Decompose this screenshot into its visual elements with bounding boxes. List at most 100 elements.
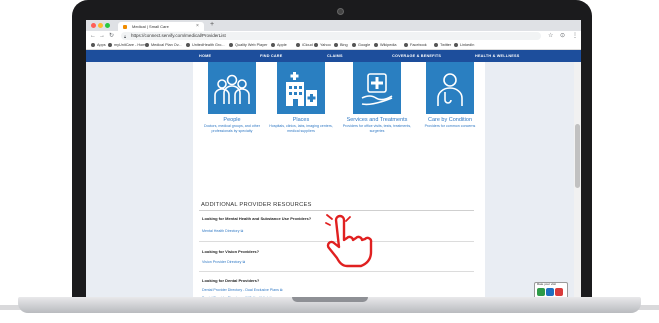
feedback-bad-button[interactable]: [555, 288, 563, 296]
section-heading: ADDITIONAL PROVIDER RESOURCES: [201, 202, 312, 208]
vision-question: Looking for Vision Providers?: [202, 249, 260, 254]
laptop-screen: Medical | Small Care × + ← → ↻ https://c…: [86, 20, 581, 302]
nav-coverage-benefits[interactable]: COVERAGE & BENEFITS: [392, 50, 441, 62]
bookmark-icon: [454, 42, 458, 47]
tile-people-subtitle: Doctors, medical groups, and other profe…: [204, 124, 260, 133]
tile-people-title[interactable]: People: [197, 117, 267, 123]
tab-title: Medical | Small Care: [132, 24, 169, 29]
feedback-label: Rate your visit: [537, 282, 557, 286]
dental-link-1-label: Dental Provider Directory - Dual Exclusi…: [202, 288, 279, 292]
bookmark-item[interactable]: UnitedHealth Gro...: [186, 41, 225, 49]
bookmark-icon: [271, 42, 275, 47]
bookmark-item[interactable]: Medical Plan Ov...: [145, 41, 182, 49]
mental-health-link[interactable]: Mental Health Directory ⧉: [202, 229, 243, 233]
bookmark-icon: [352, 42, 356, 47]
tile-places-title[interactable]: Places: [266, 117, 336, 123]
divider: [199, 271, 474, 272]
bookmark-item[interactable]: Apps: [91, 41, 106, 49]
vision-link-label: Vision Provider Directory: [202, 260, 242, 264]
tab-close-icon[interactable]: ×: [196, 22, 199, 31]
nav-home[interactable]: HOME: [199, 50, 211, 62]
lock-icon: 🔒︎: [124, 34, 127, 39]
bookmark-label: Google: [358, 43, 371, 47]
vision-link[interactable]: Vision Provider Directory ⧉: [202, 260, 245, 264]
hospital-icon: [286, 72, 317, 106]
section-rule: [199, 210, 474, 211]
forward-icon[interactable]: →: [99, 31, 105, 41]
bookmark-label: Apps: [97, 43, 106, 47]
feedback-neutral-button[interactable]: [546, 288, 554, 296]
bookmark-icon: [296, 42, 300, 47]
bookmark-label: UnitedHealth Gro...: [192, 43, 225, 47]
tile-places-subtitle: Hospitals, clinics, labs, imaging center…: [269, 124, 333, 133]
bookmark-icon: [314, 42, 318, 47]
bookmark-icon: [404, 42, 408, 47]
tile-services[interactable]: [353, 62, 401, 114]
new-tab-icon[interactable]: +: [210, 21, 214, 28]
nav-find-care[interactable]: FIND CARE: [260, 50, 282, 62]
bookmark-icon: [145, 42, 149, 47]
mental-health-question: Looking for Mental Health and Substance …: [202, 216, 312, 221]
bookmark-item[interactable]: Yahoo: [314, 41, 331, 49]
address-bar[interactable]: https://connect.servify.com/medical/Prov…: [121, 32, 541, 40]
medical-kit-icon: [361, 73, 393, 106]
tile-places[interactable]: [277, 62, 325, 114]
tile-condition-subtitle: Providers for common concerns: [424, 124, 476, 128]
bookmark-item[interactable]: Bing: [334, 41, 348, 49]
browser-tab[interactable]: Medical | Small Care: [118, 22, 204, 31]
bookmark-label: Yahoo: [320, 43, 331, 47]
bookmark-label: iCloud: [302, 43, 313, 47]
external-link-icon: ⧉: [279, 288, 283, 292]
scrollbar-thumb[interactable]: [575, 124, 580, 188]
window-close-dot[interactable]: [91, 23, 96, 28]
nav-claims[interactable]: CLAIMS: [327, 50, 343, 62]
bookmark-item[interactable]: myUnitCare - Home: [108, 41, 148, 49]
bookmark-label: Apple: [277, 43, 287, 47]
bookmark-label: LinkedIn: [460, 43, 475, 47]
menu-icon[interactable]: ⋮: [572, 31, 578, 41]
tile-care-by-condition[interactable]: [426, 62, 474, 114]
tile-services-title[interactable]: Services and Treatments: [342, 117, 412, 123]
bookmark-label: Facebook: [410, 43, 427, 47]
bookmark-item[interactable]: Apple: [271, 41, 287, 49]
bookmark-icon: [91, 42, 95, 47]
tile-people[interactable]: [208, 62, 256, 114]
external-link-icon: ⧉: [240, 229, 244, 233]
extension-icon[interactable]: ⊙: [560, 31, 565, 41]
webcam: [337, 8, 344, 15]
bookmark-item[interactable]: LinkedIn: [454, 41, 474, 49]
window-zoom-dot[interactable]: [105, 23, 110, 28]
people-icon: [214, 74, 250, 104]
feedback-good-button[interactable]: [537, 288, 545, 296]
bookmark-item[interactable]: Quality Web Player: [229, 41, 267, 49]
back-icon[interactable]: ←: [90, 31, 96, 41]
bookmark-item[interactable]: Twitter: [434, 41, 451, 49]
dental-question: Looking for Dental Providers?: [202, 278, 260, 283]
bookmark-icon: [334, 42, 338, 47]
mental-health-link-label: Mental Health Directory: [202, 229, 240, 233]
bookmark-label: Wikipedia: [380, 43, 397, 47]
bookmark-label: myUnitCare - Home: [114, 43, 148, 47]
dental-link-1[interactable]: Dental Provider Directory - Dual Exclusi…: [202, 288, 282, 292]
doctor-icon: [437, 73, 463, 106]
window-minimize-dot[interactable]: [98, 23, 103, 28]
tile-condition-title[interactable]: Care by Condition: [415, 117, 485, 123]
star-icon[interactable]: ☆: [548, 31, 553, 41]
bookmark-icon: [434, 42, 438, 47]
bookmark-icon: [374, 42, 378, 47]
bookmark-label: Bing: [340, 43, 348, 47]
bookmark-item[interactable]: Facebook: [404, 41, 427, 49]
laptop-base-notch: [292, 297, 368, 302]
bookmark-icon: [229, 42, 233, 47]
bookmark-item[interactable]: Wikipedia: [374, 41, 396, 49]
nav-health-wellness[interactable]: HEALTH & WELLNESS: [475, 50, 519, 62]
bookmark-label: Quality Web Player: [235, 43, 268, 47]
pointing-hand-icon: [325, 214, 373, 268]
bookmark-icon: [186, 42, 190, 47]
tile-services-subtitle: Providers for office visits, tests, trea…: [342, 124, 412, 133]
bookmark-label: Twitter: [440, 43, 452, 47]
external-link-icon: ⧉: [242, 260, 246, 264]
reload-icon[interactable]: ↻: [109, 31, 114, 41]
bookmark-item[interactable]: iCloud: [296, 41, 313, 49]
bookmark-item[interactable]: Google: [352, 41, 370, 49]
